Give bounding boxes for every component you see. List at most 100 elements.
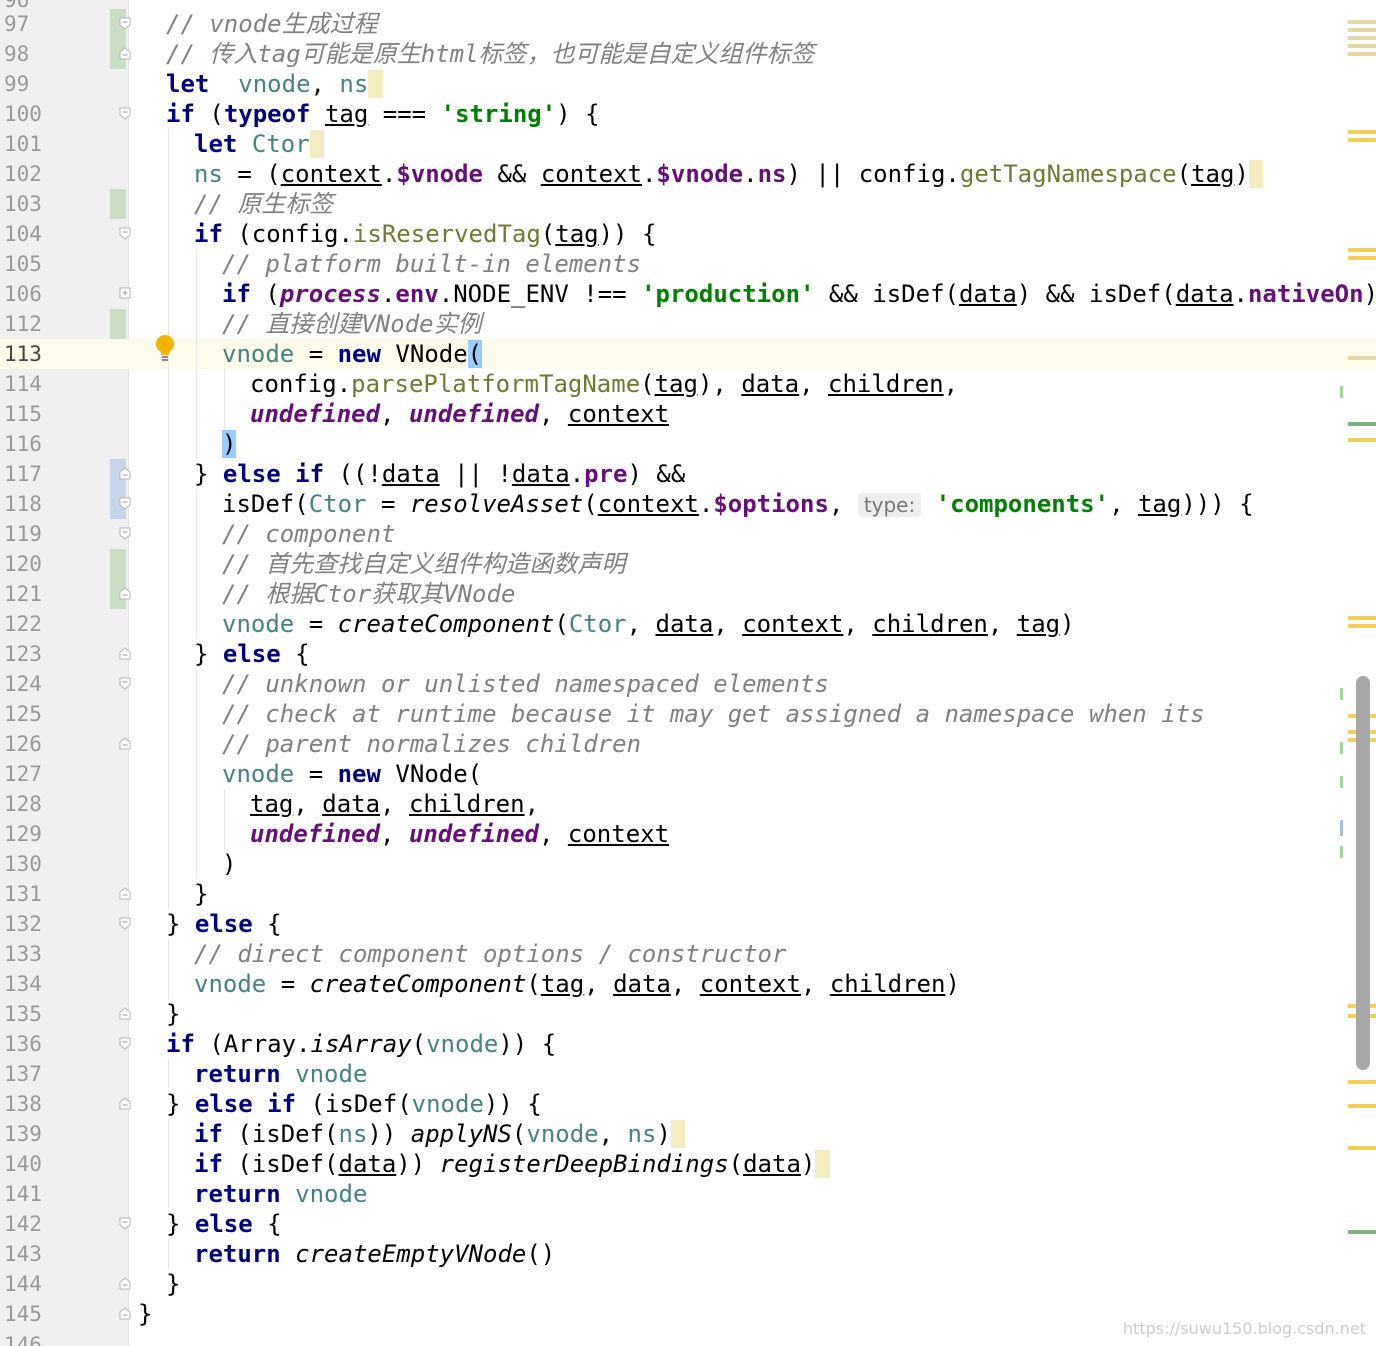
fold-end-icon[interactable] bbox=[119, 647, 131, 660]
code-text[interactable]: vnode = new VNode( bbox=[222, 339, 483, 369]
error-stripe-scrollbar[interactable] bbox=[1340, 0, 1376, 1346]
line-number[interactable]: 114 bbox=[4, 369, 54, 399]
line-number[interactable]: 106 bbox=[4, 279, 54, 309]
fold-end-icon[interactable] bbox=[119, 1007, 131, 1020]
code-text[interactable]: vnode = createComponent(Ctor, data, cont… bbox=[222, 609, 1075, 639]
line-number[interactable]: 130 bbox=[4, 849, 54, 879]
code-line[interactable]: 131} bbox=[0, 879, 1376, 909]
marker-stripe[interactable] bbox=[1348, 28, 1376, 32]
line-number[interactable]: 135 bbox=[4, 999, 54, 1029]
line-number[interactable]: 138 bbox=[4, 1089, 54, 1119]
code-text[interactable]: undefined, undefined, context bbox=[250, 819, 669, 849]
fold-end-icon[interactable] bbox=[119, 1277, 131, 1290]
code-line[interactable]: 134 vnode = createComponent(tag, data, co… bbox=[0, 969, 1376, 999]
vcs-change-marker[interactable] bbox=[110, 309, 126, 339]
code-text[interactable]: undefined, undefined, context bbox=[250, 399, 669, 429]
fold-plus-icon[interactable] bbox=[119, 287, 131, 300]
line-number[interactable]: 100 bbox=[4, 99, 54, 129]
line-number[interactable]: 131 bbox=[4, 879, 54, 909]
line-number[interactable]: 132 bbox=[4, 909, 54, 939]
code-text[interactable]: return vnode bbox=[194, 1179, 367, 1209]
line-number[interactable]: 126 bbox=[4, 729, 54, 759]
vcs-stripe[interactable] bbox=[1340, 846, 1343, 858]
line-number[interactable]: 121 bbox=[4, 579, 54, 609]
warning-marker[interactable] bbox=[1348, 1104, 1376, 1108]
fold-minus-icon[interactable] bbox=[119, 107, 131, 120]
code-line[interactable]: 117} else if ((!data || !data.pre) && bbox=[0, 459, 1376, 489]
fold-end-icon[interactable] bbox=[119, 737, 131, 750]
marker-stripe[interactable] bbox=[1348, 44, 1376, 48]
fold-end-icon[interactable] bbox=[119, 1097, 131, 1110]
fold-minus-icon[interactable] bbox=[119, 917, 131, 930]
code-text[interactable]: // direct component options / constructo… bbox=[194, 939, 786, 969]
line-number[interactable]: 119 bbox=[4, 519, 54, 549]
code-line[interactable]: 127 vnode = new VNode( bbox=[0, 759, 1376, 789]
code-line[interactable]: 99 let vnode, ns bbox=[0, 69, 1376, 99]
vcs-stripe[interactable] bbox=[1340, 742, 1343, 754]
warning-marker[interactable] bbox=[1348, 1080, 1376, 1084]
code-line[interactable]: 132} else { bbox=[0, 909, 1376, 939]
lightbulb-icon[interactable] bbox=[152, 333, 178, 363]
code-editor[interactable]: 96 146 97// vnode生成过程 98// 传入tag可能是原生html… bbox=[0, 0, 1376, 1346]
code-text[interactable]: // 直接创建VNode实例 bbox=[222, 309, 482, 339]
line-number[interactable]: 115 bbox=[4, 399, 54, 429]
code-text[interactable]: } bbox=[166, 999, 180, 1029]
fold-minus-icon[interactable] bbox=[119, 1037, 131, 1050]
code-line[interactable]: 104 if (config.isReservedTag(tag)) { bbox=[0, 219, 1376, 249]
line-number[interactable]: 105 bbox=[4, 249, 54, 279]
line-number[interactable]: 123 bbox=[4, 639, 54, 669]
code-line[interactable]: 100 if (typeof tag === 'string') { bbox=[0, 99, 1376, 129]
line-number[interactable]: 140 bbox=[4, 1149, 54, 1179]
line-number[interactable]: 118 bbox=[4, 489, 54, 519]
code-text[interactable]: // 传入tag可能是原生html标签，也可能是自定义组件标签 bbox=[166, 39, 815, 69]
code-text[interactable]: // check at runtime because it may get a… bbox=[222, 699, 1205, 729]
fold-end-icon[interactable] bbox=[119, 587, 131, 600]
warning-marker[interactable] bbox=[1348, 624, 1376, 628]
code-line[interactable]: 102 ns = (context.$vnode && context.$vnod… bbox=[0, 159, 1376, 189]
vcs-stripe[interactable] bbox=[1340, 688, 1343, 700]
code-line[interactable]: 142} else { bbox=[0, 1209, 1376, 1239]
warning-marker[interactable] bbox=[1348, 616, 1376, 620]
line-number[interactable]: 145 bbox=[4, 1299, 54, 1329]
warning-marker[interactable] bbox=[1348, 130, 1376, 134]
code-text[interactable]: // 根据Ctor获取其VNode bbox=[222, 579, 515, 609]
code-text[interactable]: if (process.env.NODE_ENV !== 'production… bbox=[222, 279, 1376, 309]
line-number[interactable]: 117 bbox=[4, 459, 54, 489]
code-text[interactable]: if (typeof tag === 'string') { bbox=[166, 99, 600, 129]
vcs-marker[interactable] bbox=[1348, 1230, 1376, 1234]
code-line[interactable]: 133 // direct component options / constru… bbox=[0, 939, 1376, 969]
code-text[interactable]: // unknown or unlisted namespaced elemen… bbox=[222, 669, 829, 699]
code-line[interactable]: 120 // 首先查找自定义组件构造函数声明 bbox=[0, 549, 1376, 579]
line-number[interactable]: 127 bbox=[4, 759, 54, 789]
code-line[interactable]: 126 // parent normalizes children bbox=[0, 729, 1376, 759]
line-number[interactable]: 113 bbox=[4, 339, 54, 369]
warning-marker[interactable] bbox=[1348, 438, 1376, 442]
line-number[interactable]: 97 bbox=[4, 9, 54, 39]
code-text[interactable]: vnode = createComponent(tag, data, conte… bbox=[194, 969, 960, 999]
code-text[interactable]: // 首先查找自定义组件构造函数声明 bbox=[222, 549, 625, 579]
code-line[interactable]: 137 return vnode bbox=[0, 1059, 1376, 1089]
code-line[interactable]: 106 if (process.env.NODE_ENV !== 'product… bbox=[0, 279, 1376, 309]
code-text[interactable]: } bbox=[166, 1269, 180, 1299]
code-line[interactable]: 112 // 直接创建VNode实例 bbox=[0, 309, 1376, 339]
code-text[interactable]: } else if (isDef(vnode)) { bbox=[166, 1089, 542, 1119]
code-text[interactable]: return vnode bbox=[194, 1059, 367, 1089]
code-text[interactable]: } bbox=[138, 1299, 152, 1329]
code-text[interactable]: ) bbox=[222, 429, 237, 459]
code-line[interactable]: 141 return vnode bbox=[0, 1179, 1376, 1209]
warning-marker[interactable] bbox=[1348, 248, 1376, 252]
vcs-change-marker[interactable] bbox=[110, 549, 126, 579]
code-line[interactable]: 130) bbox=[0, 849, 1376, 879]
line-number[interactable]: 98 bbox=[4, 39, 54, 69]
code-text[interactable]: ) bbox=[222, 849, 236, 879]
line-number[interactable]: 102 bbox=[4, 159, 54, 189]
line-number[interactable]: 120 bbox=[4, 549, 54, 579]
code-text[interactable]: let Ctor bbox=[194, 129, 325, 159]
code-line[interactable]: 129 undefined, undefined, context bbox=[0, 819, 1376, 849]
code-line[interactable]: 138 } else if (isDef(vnode)) { bbox=[0, 1089, 1376, 1119]
line-number[interactable]: 133 bbox=[4, 939, 54, 969]
line-number[interactable]: 99 bbox=[4, 69, 54, 99]
fold-end-icon[interactable] bbox=[119, 887, 131, 900]
line-number[interactable]: 124 bbox=[4, 669, 54, 699]
code-lines[interactable]: 96 146 97// vnode生成过程 98// 传入tag可能是原生html… bbox=[0, 0, 1376, 1346]
